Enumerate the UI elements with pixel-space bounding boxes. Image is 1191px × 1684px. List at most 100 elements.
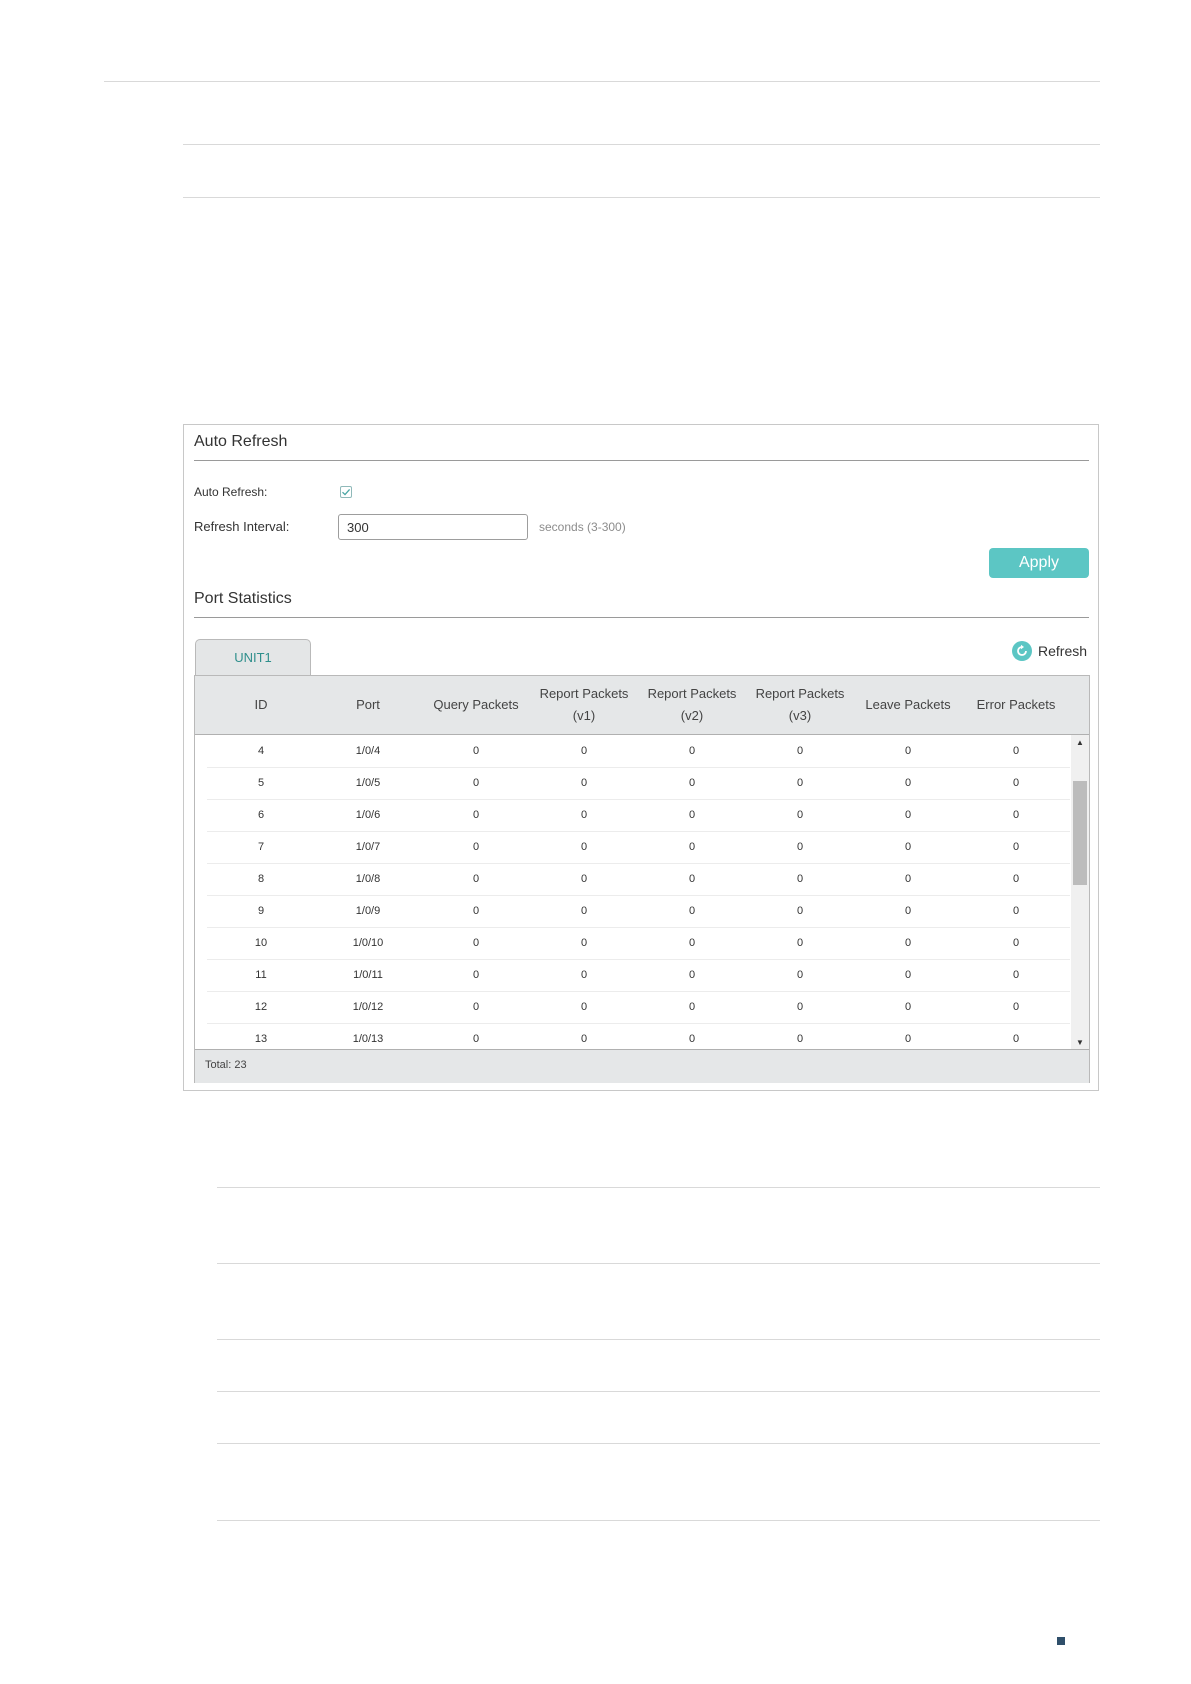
table-cell: 0 <box>688 809 696 821</box>
scroll-down-icon[interactable]: ▼ <box>1071 1035 1089 1049</box>
column-header-label: Port <box>356 697 380 712</box>
table-cell: 11 <box>255 969 267 981</box>
page-marker <box>1057 1637 1065 1645</box>
table-cell: 0 <box>688 905 696 917</box>
table-cell: 0 <box>796 969 804 981</box>
column-header: Report Packets (v2) <box>638 676 746 734</box>
port-statistics-title: Port Statistics <box>194 590 292 607</box>
table-cell: 5 <box>257 777 265 789</box>
table-cell: 0 <box>688 969 696 981</box>
column-header: Error Packets <box>962 676 1070 734</box>
table-cell: 0 <box>904 937 912 949</box>
section-divider <box>194 460 1089 461</box>
apply-button[interactable]: Apply <box>989 548 1089 578</box>
table-scrollbar[interactable]: ▲ ▼ <box>1071 735 1089 1049</box>
table-cell: 0 <box>580 1033 588 1045</box>
table-cell: 0 <box>472 969 480 981</box>
table-cell: 0 <box>580 969 588 981</box>
table-cell: 0 <box>1012 777 1020 789</box>
table-cell: 0 <box>1012 841 1020 853</box>
column-header: ID <box>207 676 315 734</box>
table-cell: 1/0/8 <box>355 873 381 885</box>
table-cell: 0 <box>1012 1033 1020 1045</box>
table-row[interactable]: 5 1/0/5 0 0 0 0 0 0 <box>207 767 1070 800</box>
column-header: Report Packets (v1) <box>530 676 638 734</box>
table-cell: 0 <box>796 1001 804 1013</box>
table-cell: 0 <box>796 809 804 821</box>
column-header-label: Report Packets <box>755 686 845 701</box>
table-row[interactable]: 8 1/0/8 0 0 0 0 0 0 <box>207 863 1070 896</box>
table-cell: 0 <box>904 905 912 917</box>
column-header: Query Packets <box>422 676 530 734</box>
table-row[interactable]: 6 1/0/6 0 0 0 0 0 0 <box>207 799 1070 832</box>
table-cell: 0 <box>904 1001 912 1013</box>
table-row[interactable]: 7 1/0/7 0 0 0 0 0 0 <box>207 831 1070 864</box>
refresh-icon <box>1012 641 1032 661</box>
table-cell: 1/0/5 <box>355 777 381 789</box>
checkmark-icon <box>342 488 351 496</box>
table-rule <box>183 144 1100 145</box>
table-cell: 0 <box>472 1033 480 1045</box>
screenshot-panel: Auto Refresh Auto Refresh: Refresh Inter… <box>183 424 1099 1091</box>
tab-unit1[interactable]: UNIT1 <box>195 639 311 675</box>
table-cell: 0 <box>688 937 696 949</box>
table-cell: 0 <box>796 745 804 757</box>
table-cell: 0 <box>580 905 588 917</box>
table-cell: 1/0/10 <box>352 937 384 949</box>
table-cell: 1/0/7 <box>355 841 381 853</box>
table-cell: 0 <box>472 841 480 853</box>
table-rule <box>217 1443 1100 1444</box>
table-cell: 10 <box>254 937 268 949</box>
auto-refresh-label: Auto Refresh: <box>194 485 268 499</box>
table-rule <box>217 1520 1100 1521</box>
table-cell: 0 <box>580 873 588 885</box>
refresh-interval-input[interactable] <box>338 514 528 540</box>
table-row[interactable]: 9 1/0/9 0 0 0 0 0 0 <box>207 895 1070 928</box>
table-cell: 0 <box>580 937 588 949</box>
table-cell: 0 <box>472 809 480 821</box>
table-cell: 1/0/9 <box>355 905 381 917</box>
table-rule <box>217 1339 1100 1340</box>
table-rule <box>217 1391 1100 1392</box>
table-row[interactable]: 13 1/0/13 0 0 0 0 0 0 <box>207 1023 1070 1049</box>
table-cell: 0 <box>688 745 696 757</box>
table-cell: 0 <box>796 777 804 789</box>
table-cell: 0 <box>472 745 480 757</box>
column-header: Leave Packets <box>854 676 962 734</box>
table-cell: 0 <box>580 1001 588 1013</box>
table-row[interactable]: 11 1/0/11 0 0 0 0 0 0 <box>207 959 1070 992</box>
table-row[interactable]: 10 1/0/10 0 0 0 0 0 0 <box>207 927 1070 960</box>
table-cell: 1/0/4 <box>355 745 381 757</box>
table-header: ID Port Query Packets Report Packets (v1) Rep… <box>195 676 1089 735</box>
scrollbar-thumb[interactable] <box>1073 781 1087 885</box>
table-cell: 0 <box>472 1001 480 1013</box>
table-cell: 0 <box>688 1033 696 1045</box>
table-cell: 7 <box>257 841 265 853</box>
table-cell: 0 <box>688 777 696 789</box>
refresh-button[interactable]: Refresh <box>1012 641 1087 661</box>
table-cell: 0 <box>904 777 912 789</box>
table-cell: 0 <box>796 905 804 917</box>
table-cell: 0 <box>796 1033 804 1045</box>
table-cell: 1/0/11 <box>353 969 383 981</box>
auto-refresh-checkbox[interactable] <box>340 486 352 498</box>
column-header-label: Report Packets <box>539 686 629 701</box>
table-row[interactable]: 4 1/0/4 0 0 0 0 0 0 <box>207 735 1070 768</box>
column-header-label: (v1) <box>572 708 596 723</box>
column-header-label: ID <box>254 697 268 712</box>
table-cell: 0 <box>1012 937 1020 949</box>
table-rule <box>217 1187 1100 1188</box>
scroll-up-icon[interactable]: ▲ <box>1071 735 1089 749</box>
table-cell: 0 <box>472 777 480 789</box>
column-header-label: Leave Packets <box>865 697 951 712</box>
table-cell: 13 <box>254 1033 268 1045</box>
table-cell: 0 <box>1012 1001 1020 1013</box>
page-header-rule <box>104 81 1100 82</box>
column-header-label: Query Packets <box>433 697 519 712</box>
table-cell: 0 <box>472 937 480 949</box>
table-cell: 0 <box>904 841 912 853</box>
column-header-label: (v3) <box>788 708 812 723</box>
table-cell: 0 <box>580 809 588 821</box>
column-header-label: Error Packets <box>976 697 1056 712</box>
table-row[interactable]: 12 1/0/12 0 0 0 0 0 0 <box>207 991 1070 1024</box>
